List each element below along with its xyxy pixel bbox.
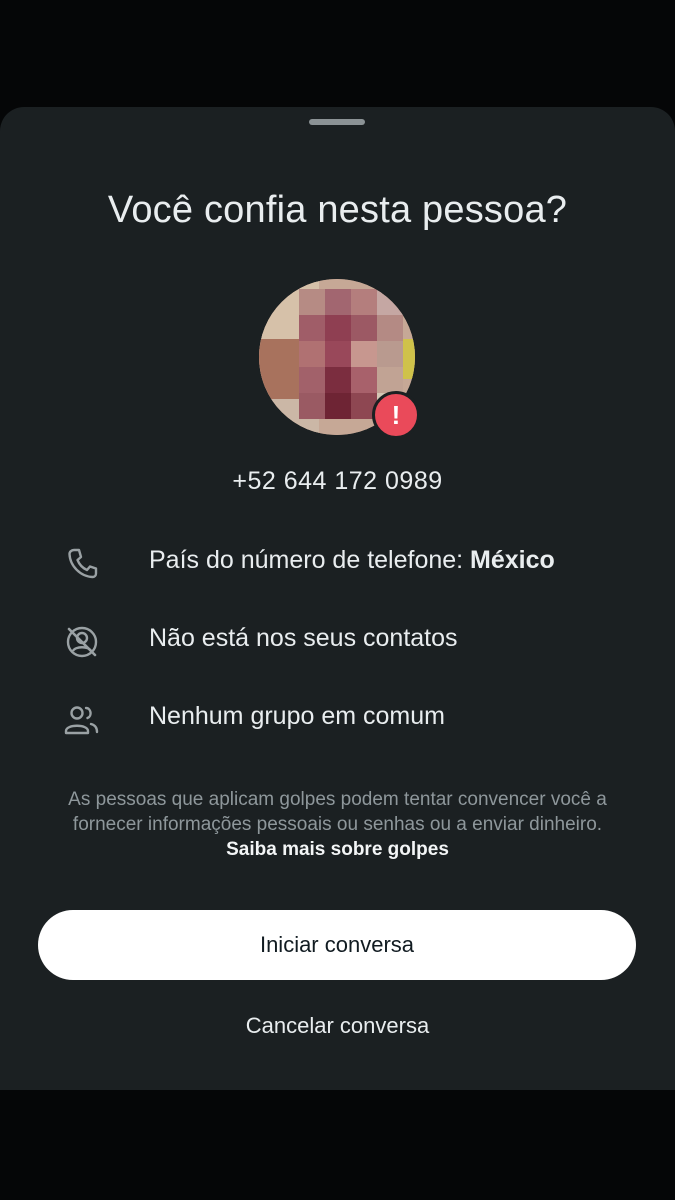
group-icon — [62, 700, 102, 740]
info-row-contacts: Não está nos seus contatos — [62, 616, 642, 664]
screen: Você confia nesta pessoa? ! +52 644 172 … — [0, 0, 675, 1200]
info-row-groups: Nenhum grupo em comum — [62, 694, 642, 742]
contacts-info: Não está nos seus contatos — [149, 624, 458, 652]
info-row-country: País do número de telefone: México — [62, 538, 642, 586]
learn-more-link[interactable]: Saiba mais sobre golpes — [226, 839, 449, 860]
scam-warning: As pessoas que aplicam golpes podem tent… — [50, 787, 625, 862]
drag-handle[interactable] — [309, 119, 365, 125]
start-conversation-button[interactable]: Iniciar conversa — [38, 910, 636, 980]
country-info: País do número de telefone: México — [149, 546, 555, 575]
cancel-conversation-button[interactable]: Cancelar conversa — [0, 1013, 675, 1039]
scam-warning-text: As pessoas que aplicam golpes podem tent… — [68, 789, 607, 835]
country-label: País do número de telefone: — [149, 546, 471, 574]
country-value: México — [470, 546, 555, 574]
phone-icon — [62, 544, 102, 584]
bottom-sheet: Você confia nesta pessoa? ! +52 644 172 … — [0, 107, 675, 1090]
groups-info: Nenhum grupo em comum — [149, 702, 445, 730]
dialog-title: Você confia nesta pessoa? — [107, 189, 568, 231]
no-contact-icon — [62, 622, 102, 662]
phone-number: +52 644 172 0989 — [232, 467, 443, 495]
warning-badge-icon: ! — [372, 391, 420, 439]
contact-avatar: ! — [259, 279, 420, 439]
